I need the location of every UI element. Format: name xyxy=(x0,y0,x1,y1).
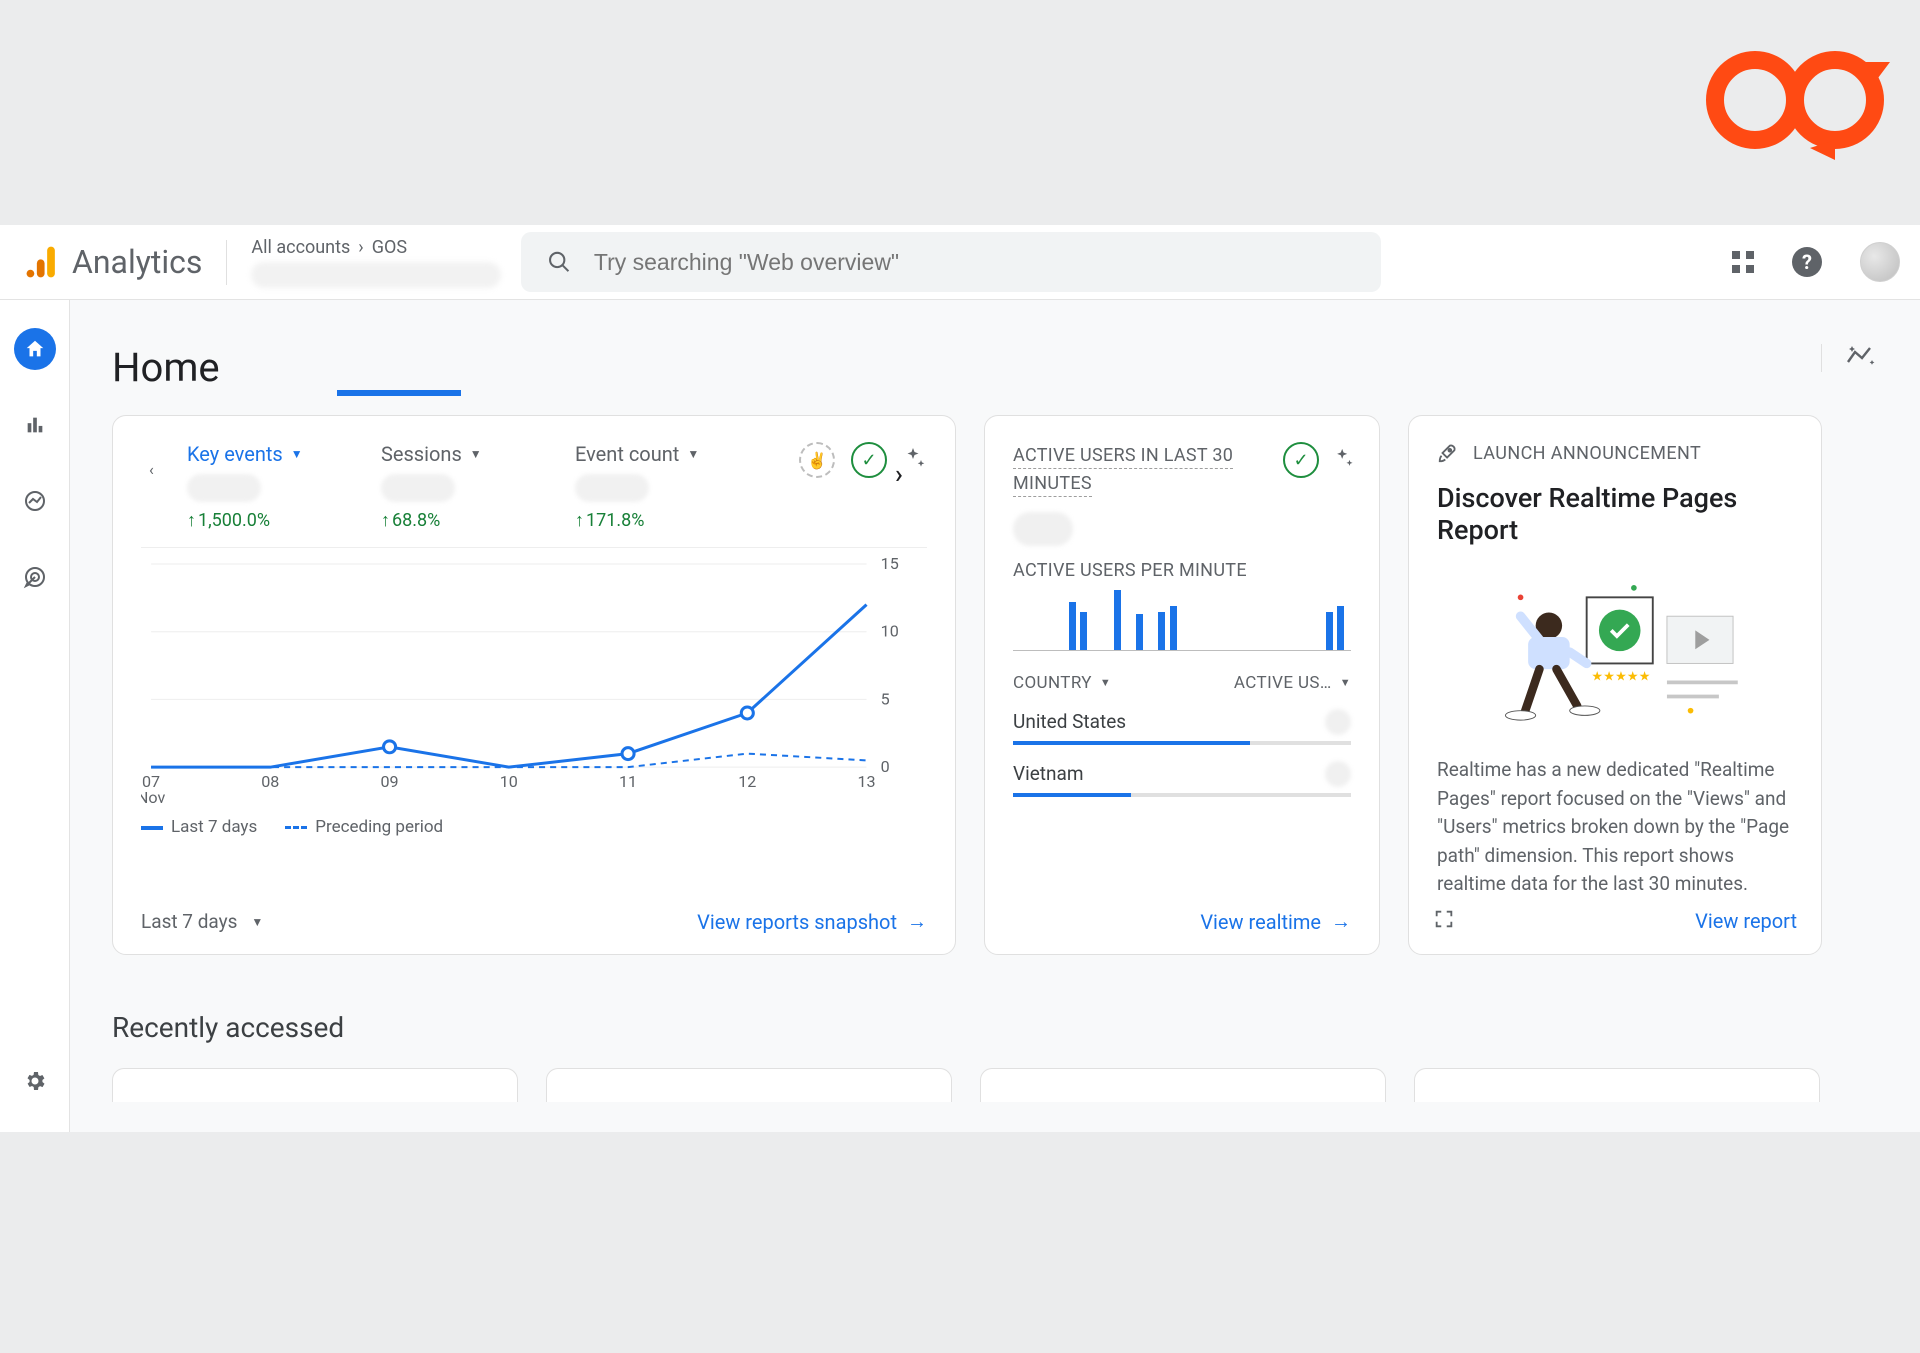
property-name-redacted xyxy=(251,262,501,288)
announcement-card: LAUNCH ANNOUNCEMENT Discover Realtime Pa… xyxy=(1408,415,1822,955)
svg-text:12: 12 xyxy=(738,772,756,791)
metric-label: Event count xyxy=(575,442,679,466)
chart-legend: Last 7 days Preceding period xyxy=(141,817,927,837)
metrics-prev-button[interactable]: ‹ xyxy=(149,460,173,484)
metric-value-redacted xyxy=(575,474,649,502)
svg-text:10: 10 xyxy=(881,622,899,641)
search-icon xyxy=(547,249,572,275)
metric-change: ↑ 171.8% xyxy=(575,510,715,531)
country-row: Vietnam xyxy=(1013,761,1351,787)
arrow-right-icon: → xyxy=(907,909,927,934)
svg-text:08: 08 xyxy=(261,772,279,791)
arrow-right-icon: → xyxy=(1331,909,1351,934)
caret-down-icon: ▼ xyxy=(470,447,482,461)
breadcrumb-root: All accounts xyxy=(251,237,350,258)
nav-home[interactable] xyxy=(14,328,56,370)
nav-advertising[interactable] xyxy=(14,556,56,598)
trend-chart: 05101507080910111213Nov xyxy=(141,547,927,807)
nav-admin[interactable] xyxy=(14,1060,56,1102)
sidebar xyxy=(0,300,70,1132)
recent-card[interactable] xyxy=(980,1068,1386,1102)
account-selector[interactable]: All accounts › GOS xyxy=(251,237,501,288)
caret-down-icon: ▼ xyxy=(251,915,263,929)
app-shell: Analytics All accounts › GOS ? xyxy=(0,225,1920,1132)
metric-value-redacted xyxy=(381,474,455,502)
avatar[interactable] xyxy=(1860,242,1900,282)
check-icon[interactable]: ✓ xyxy=(1283,442,1319,478)
recently-accessed-heading: Recently accessed xyxy=(112,1011,1878,1044)
svg-text:★★★★★: ★★★★★ xyxy=(1591,669,1650,684)
announcement-illustration: ★★★★★ xyxy=(1437,564,1793,744)
recent-card[interactable] xyxy=(112,1068,518,1102)
view-report-link[interactable]: View report xyxy=(1695,909,1797,933)
metric-label: Sessions xyxy=(381,442,462,466)
col-country[interactable]: COUNTRY▼ xyxy=(1013,673,1111,693)
caret-down-icon: ▼ xyxy=(1100,676,1111,689)
overview-card: ‹ Key events ▼ ↑ 1,500.0% Sessions ▼ ↑ 68.… xyxy=(112,415,956,955)
realtime-card: ACTIVE USERS IN LAST 30 MINUTES ✓ ACTIVE… xyxy=(984,415,1380,955)
page-title: Home xyxy=(112,344,1878,391)
recent-card[interactable] xyxy=(1414,1068,1820,1102)
active-tab-indicator xyxy=(337,390,461,396)
sparkle-icon[interactable] xyxy=(1333,447,1355,473)
realtime-sparkline xyxy=(1013,591,1351,651)
anomaly-icon[interactable]: ✌ xyxy=(799,442,835,478)
announcement-kicker: LAUNCH ANNOUNCEMENT xyxy=(1473,443,1701,464)
svg-text:11: 11 xyxy=(619,772,637,791)
svg-text:10: 10 xyxy=(500,772,518,791)
chevron-right-icon: › xyxy=(358,237,363,258)
rocket-icon xyxy=(1437,442,1459,464)
metric-change: ↑ 68.8% xyxy=(381,510,521,531)
svg-text:Nov: Nov xyxy=(141,788,166,807)
caret-down-icon: ▼ xyxy=(1340,676,1351,689)
country-row: United States xyxy=(1013,709,1351,735)
metric-value-redacted xyxy=(187,474,261,502)
legend-b: Preceding period xyxy=(315,817,443,837)
metric-sessions[interactable]: Sessions ▼ ↑ 68.8% xyxy=(381,442,521,531)
expand-icon[interactable] xyxy=(1433,908,1455,934)
sparkle-icon[interactable] xyxy=(903,446,927,474)
app-name: Analytics xyxy=(72,243,202,281)
metric-key-events[interactable]: Key events ▼ ↑ 1,500.0% xyxy=(187,442,327,531)
analytics-icon xyxy=(26,244,58,280)
search-box[interactable] xyxy=(521,232,1381,292)
recently-accessed-row xyxy=(112,1068,1878,1102)
svg-text:15: 15 xyxy=(881,558,899,573)
search-input[interactable] xyxy=(594,249,1356,276)
svg-text:09: 09 xyxy=(381,772,399,791)
metric-event-count[interactable]: Event count ▼ ↑ 171.8% xyxy=(575,442,715,531)
metric-change: ↑ 1,500.0% xyxy=(187,510,327,531)
insights-icon[interactable] xyxy=(1821,344,1876,372)
col-active-users[interactable]: ACTIVE US…▼ xyxy=(1234,673,1351,693)
nav-reports[interactable] xyxy=(14,404,56,446)
realtime-heading: ACTIVE USERS IN LAST 30 MINUTES xyxy=(1013,445,1233,497)
divider xyxy=(226,240,227,285)
check-icon[interactable]: ✓ xyxy=(851,442,887,478)
svg-text:5: 5 xyxy=(881,689,890,708)
ga-logo[interactable]: Analytics xyxy=(26,243,202,281)
svg-text:0: 0 xyxy=(881,757,890,776)
announcement-desc: Realtime has a new dedicated "Realtime P… xyxy=(1437,756,1793,899)
svg-text:13: 13 xyxy=(857,772,875,791)
view-realtime-link[interactable]: View realtime→ xyxy=(1200,909,1351,934)
go-logo xyxy=(1695,30,1895,160)
active-users-value-redacted xyxy=(1013,512,1073,546)
realtime-subheading: ACTIVE USERS PER MINUTE xyxy=(1013,560,1351,581)
view-reports-snapshot-link[interactable]: View reports snapshot→ xyxy=(697,909,927,934)
legend-a: Last 7 days xyxy=(171,817,257,837)
caret-down-icon: ▼ xyxy=(687,447,699,461)
recent-card[interactable] xyxy=(546,1068,952,1102)
date-range-dropdown[interactable]: Last 7 days▼ xyxy=(141,910,263,933)
caret-down-icon: ▼ xyxy=(291,447,303,461)
content-area: Home ‹ Key events ▼ ↑ 1,500.0% xyxy=(70,300,1920,1132)
metric-label: Key events xyxy=(187,442,283,466)
help-icon[interactable]: ? xyxy=(1792,247,1822,277)
announcement-title: Discover Realtime Pages Report xyxy=(1437,482,1793,546)
top-bar: Analytics All accounts › GOS ? xyxy=(0,225,1920,300)
nav-explore[interactable] xyxy=(14,480,56,522)
breadcrumb-account: GOS xyxy=(372,237,407,258)
apps-icon[interactable] xyxy=(1732,251,1754,273)
